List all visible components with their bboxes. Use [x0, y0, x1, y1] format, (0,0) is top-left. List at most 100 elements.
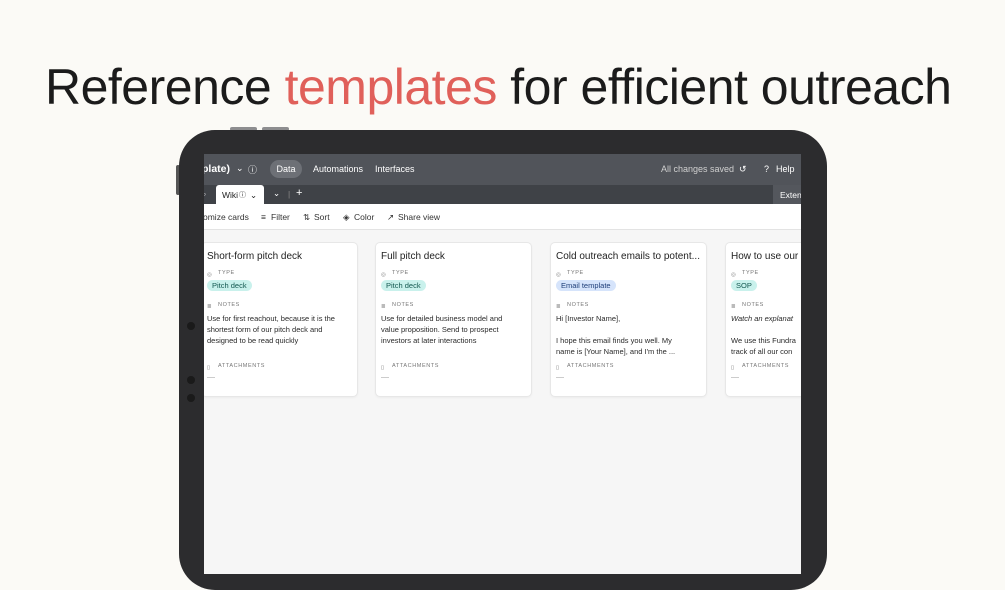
notes-field-label: ≣ NOTES: [731, 302, 764, 312]
type-field-label: ◎ TYPE: [207, 270, 235, 280]
field-label-text: TYPE: [218, 270, 235, 276]
empty-value: [731, 377, 739, 378]
headline-text: Reference: [45, 59, 285, 115]
headline-text-end: for efficient outreach: [496, 59, 952, 115]
add-view-icon[interactable]: +: [296, 187, 302, 199]
extensions-label: Extens: [780, 190, 801, 200]
file-icon: ▯: [207, 365, 211, 371]
help-button[interactable]: Help: [776, 164, 795, 174]
field-label-text: NOTES: [742, 302, 764, 308]
tab-wiki[interactable]: Wiki ⓘ ⌄: [216, 185, 264, 204]
app-screen: plate) ⌄ ⓘ Data Automations Interfaces A…: [204, 154, 801, 574]
tab-wiki-label: Wiki: [222, 190, 239, 200]
view-toolbar: omize cards ≡ Filter ⇅ Sort ◈ Color ↗ Sh…: [204, 204, 801, 230]
note-line: Use for first reachout, because it is th…: [207, 314, 335, 323]
file-icon: ▯: [556, 365, 560, 371]
field-label-text: NOTES: [218, 302, 240, 308]
type-icon: ◎: [731, 272, 737, 278]
type-icon: ◎: [381, 272, 387, 278]
note-line: shortest form of our pitch deck and: [207, 325, 323, 334]
type-badge: Pitch deck: [207, 280, 252, 291]
history-icon[interactable]: ↺: [739, 164, 747, 175]
nav-interfaces-tab[interactable]: Interfaces: [375, 164, 415, 174]
file-icon: ▯: [381, 365, 385, 371]
chevron-down-icon[interactable]: ⌄: [273, 188, 280, 199]
note-line: We use this Fundra: [731, 336, 796, 345]
sort-button[interactable]: Sort: [314, 212, 330, 222]
notes-field-label: ≣ NOTES: [556, 302, 589, 312]
card-title: Full pitch deck: [381, 251, 445, 262]
nav-automations-tab[interactable]: Automations: [313, 164, 363, 174]
attachments-field-label: ▯ ATTACHMENTS: [381, 363, 439, 373]
camera-dot: [187, 376, 195, 384]
nav-data-tab[interactable]: Data: [270, 160, 302, 178]
views-icon[interactable]: ◦: [204, 189, 206, 199]
card-notes: Use for first reachout, because it is th…: [207, 313, 355, 346]
color-icon[interactable]: ◈: [343, 212, 350, 223]
color-button[interactable]: Color: [354, 212, 374, 222]
help-icon[interactable]: ?: [764, 164, 769, 174]
headline-accent: templates: [284, 59, 498, 115]
type-badge: SOP: [731, 280, 757, 291]
chevron-down-icon[interactable]: ⌄: [250, 190, 257, 201]
info-icon[interactable]: ⓘ: [248, 163, 257, 176]
field-label-text: ATTACHMENTS: [392, 363, 440, 369]
field-label-text: NOTES: [392, 302, 414, 308]
nav-data-label: Data: [276, 164, 296, 174]
share-view-button[interactable]: Share view: [398, 212, 440, 222]
card-notes: Hi [Investor Name], I hope this email fi…: [556, 313, 704, 357]
record-card[interactable]: Cold outreach emails to potent... ◎ TYPE …: [551, 243, 706, 396]
note-line: name is [Your Name], and I'm the ...: [556, 347, 676, 356]
page-headline: Reference templates for efficient outrea…: [45, 58, 952, 116]
field-label-text: ATTACHMENTS: [742, 363, 790, 369]
attachments-field-label: ▯ ATTACHMENTS: [556, 363, 615, 373]
type-field-label: ◎ TYPE: [556, 270, 584, 280]
field-label-text: ATTACHMENTS: [218, 363, 266, 369]
note-line: I hope this email finds you well. My: [556, 336, 672, 345]
note-line: [731, 324, 801, 335]
camera-dot: [187, 394, 195, 402]
save-status: All changes saved: [661, 164, 735, 174]
note-line: [556, 324, 704, 335]
notes-icon: ≣: [207, 304, 213, 310]
share-icon[interactable]: ↗: [387, 212, 394, 223]
notes-icon: ≣: [381, 304, 387, 310]
type-badge: Pitch deck: [381, 280, 426, 291]
filter-button[interactable]: Filter: [271, 212, 290, 222]
note-line: value proposition. Send to prospect: [381, 325, 499, 334]
sort-icon[interactable]: ⇅: [303, 212, 310, 223]
empty-value: [207, 377, 215, 378]
note-line: track of all our con: [731, 347, 793, 356]
card-title: Short-form pitch deck: [207, 251, 303, 262]
note-line: Use for detailed business model and: [381, 314, 503, 323]
card-title: Cold outreach emails to potent...: [556, 251, 700, 262]
card-title: How to use our: [731, 251, 799, 262]
notes-icon: ≣: [731, 304, 737, 310]
note-line: Hi [Investor Name],: [556, 314, 621, 323]
field-label-text: NOTES: [567, 302, 589, 308]
type-icon: ◎: [207, 272, 213, 278]
chevron-down-icon[interactable]: ⌄: [236, 163, 244, 174]
type-field-label: ◎ TYPE: [381, 270, 409, 280]
notes-icon: ≣: [556, 304, 562, 310]
extensions-button[interactable]: Extens: [773, 185, 801, 204]
customize-cards-button[interactable]: omize cards: [204, 212, 249, 222]
attachments-field-label: ▯ ATTACHMENTS: [207, 363, 265, 373]
field-label-text: TYPE: [742, 270, 759, 276]
card-notes: Watch an explanat We use this Fundra tra…: [731, 313, 801, 357]
record-card[interactable]: How to use our ◎ TYPE SOP ≣ NOTES Watch an…: [726, 243, 801, 396]
record-card[interactable]: Short-form pitch deck ◎ TYPE Pitch deck ≣…: [204, 243, 357, 396]
field-label-text: TYPE: [392, 270, 409, 276]
type-icon: ◎: [556, 272, 562, 278]
type-field-label: ◎ TYPE: [731, 270, 759, 280]
type-badge: Email template: [556, 280, 616, 291]
notes-field-label: ≣ NOTES: [207, 302, 240, 312]
record-card[interactable]: Full pitch deck ◎ TYPE Pitch deck ≣ NOTES …: [376, 243, 531, 396]
filter-icon[interactable]: ≡: [261, 212, 266, 222]
app-top-bar: plate) ⌄ ⓘ Data Automations Interfaces A…: [204, 154, 801, 185]
view-tab-bar: ◦ Wiki ⓘ ⌄ ⌄ | + Extens: [204, 185, 801, 204]
base-title[interactable]: plate): [204, 163, 230, 175]
note-line: designed to be read quickly: [207, 336, 299, 345]
card-notes: Use for detailed business model and valu…: [381, 313, 529, 346]
note-line: Watch an explanat: [731, 314, 793, 323]
